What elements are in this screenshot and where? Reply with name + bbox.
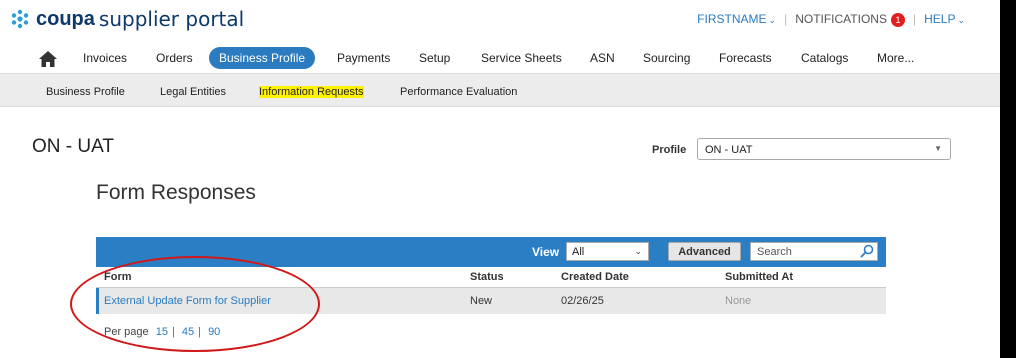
subnav-legal-entities[interactable]: Legal Entities (160, 86, 226, 98)
notification-count-badge: 1 (890, 12, 905, 27)
help-menu[interactable]: HELP ⌄ (924, 12, 965, 26)
nav-service-sheets[interactable]: Service Sheets (481, 51, 562, 65)
home-icon[interactable] (38, 50, 58, 68)
user-menu[interactable]: FIRSTNAME ⌄ (697, 12, 776, 26)
table-header: Form Status Created Date Submitted At (96, 267, 886, 288)
search-icon[interactable] (860, 244, 874, 258)
divider: | (198, 326, 201, 338)
nav-more[interactable]: More... (877, 51, 914, 65)
created-date-cell: 02/26/25 (561, 295, 604, 307)
nav-catalogs[interactable]: Catalogs (801, 51, 848, 65)
top-header: coupa supplier portal FIRSTNAME ⌄ | NOTIF… (0, 0, 1000, 40)
brand-subtitle: supplier portal (98, 7, 245, 31)
divider: | (784, 12, 788, 27)
profile-select[interactable]: ON - UAT ▼ (697, 138, 951, 160)
nav-payments[interactable]: Payments (337, 51, 390, 65)
column-header-status[interactable]: Status (470, 271, 504, 283)
divider: | (912, 12, 917, 27)
form-responses-table: View All ⌄ Advanced Form Status Created … (96, 237, 886, 338)
submitted-at-cell: None (725, 295, 752, 307)
per-page-option[interactable]: 15 (156, 326, 168, 338)
column-header-created-date[interactable]: Created Date (561, 271, 629, 283)
view-select[interactable]: All ⌄ (566, 242, 649, 261)
notifications-label: NOTIFICATIONS (795, 12, 887, 26)
main-nav: Invoices Orders Business Profile Payment… (0, 45, 1000, 74)
brand-name: coupa (36, 7, 95, 30)
subnav-performance-evaluation[interactable]: Performance Evaluation (400, 86, 517, 98)
divider: | (171, 326, 175, 338)
chevron-down-icon: ⌄ (768, 15, 777, 26)
per-page-control: Per page 15 | 45 | 90 (104, 326, 224, 338)
advanced-button[interactable]: Advanced (668, 242, 741, 261)
view-label: View (532, 245, 560, 259)
subnav-information-requests[interactable]: Information Requests (259, 86, 364, 98)
page-title: ON - UAT (32, 136, 114, 157)
chevron-down-icon: ⌄ (957, 15, 965, 26)
help-label: HELP (924, 12, 956, 27)
coupa-logo[interactable]: coupa supplier portal (10, 7, 244, 31)
per-page-option[interactable]: 45 (182, 326, 194, 338)
caret-down-icon: ▼ (934, 144, 942, 153)
user-name: FIRSTNAME (697, 12, 767, 27)
section-title: Form Responses (96, 181, 256, 204)
nav-setup[interactable]: Setup (419, 51, 450, 65)
form-link[interactable]: External Update Form for Supplier (104, 295, 271, 307)
nav-asn[interactable]: ASN (590, 51, 615, 65)
search-input[interactable] (750, 242, 878, 261)
sub-nav: Business Profile Legal Entities Informat… (0, 74, 1000, 107)
nav-forecasts[interactable]: Forecasts (719, 51, 772, 65)
nav-orders[interactable]: Orders (156, 51, 193, 65)
chevron-down-icon: ⌄ (634, 246, 642, 256)
per-page-label: Per page (104, 326, 149, 338)
nav-business-profile[interactable]: Business Profile (209, 47, 316, 69)
notifications-link[interactable]: NOTIFICATIONS 1 (795, 12, 905, 27)
nav-sourcing[interactable]: Sourcing (643, 51, 690, 65)
table-row: External Update Form for Supplier New 02… (96, 288, 886, 314)
view-select-value: All (572, 246, 585, 258)
supplier-portal-page: coupa supplier portal FIRSTNAME ⌄ | NOTIF… (0, 0, 1000, 358)
profile-label: Profile (652, 144, 687, 156)
status-cell: New (470, 295, 493, 307)
top-links: FIRSTNAME ⌄ | NOTIFICATIONS 1 | HELP ⌄ (697, 12, 965, 27)
profile-select-value: ON - UAT (705, 144, 753, 156)
column-header-submitted-at[interactable]: Submitted At (725, 271, 793, 283)
subnav-business-profile[interactable]: Business Profile (46, 86, 125, 98)
nav-invoices[interactable]: Invoices (83, 51, 127, 65)
column-header-form[interactable]: Form (104, 271, 132, 283)
table-toolbar: View All ⌄ Advanced (96, 237, 886, 267)
per-page-option[interactable]: 90 (208, 326, 220, 338)
coupa-logo-icon (11, 9, 29, 29)
